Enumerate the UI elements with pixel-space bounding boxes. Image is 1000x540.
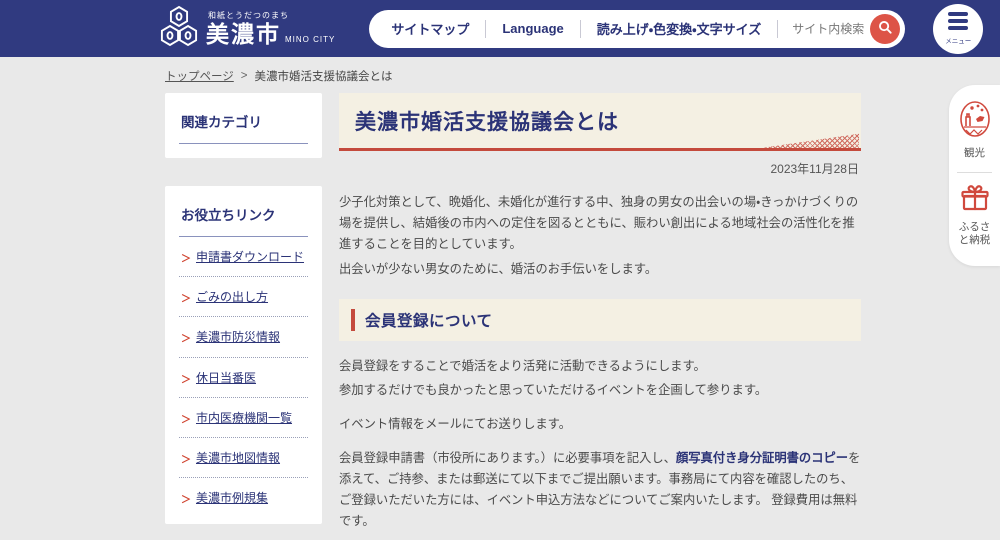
- site-logo[interactable]: 和紙とうだつのまち 美濃市 MINO CITY: [160, 5, 335, 52]
- floating-side-tab: 観光 ふるさ と納税: [949, 85, 1000, 266]
- related-category-title: 関連カテゴリ: [179, 109, 308, 144]
- body-paragraph-application: 会員登録申請書（市役所にあります。）に必要事項を記入し、顔写真付き身分証明書のコ…: [339, 451, 861, 528]
- breadcrumb-home-link[interactable]: トップページ: [165, 68, 234, 84]
- main-article: 美濃市婚活支援協議会とは 2023年11月28日 少子化対策として、晩婚化、未婚…: [339, 93, 861, 540]
- sidebar-link-holiday-doctor[interactable]: ＞ 休日当番医: [179, 358, 308, 398]
- nav-accessibility[interactable]: 読み上げ・色変換・文字サイズ: [581, 19, 777, 38]
- breadcrumb-current-page: 美濃市婚活支援協議会とは: [254, 71, 393, 83]
- id-copy-emphasis: 顔写真付き身分証明書のコピー: [675, 451, 849, 466]
- sidebar-link-garbage[interactable]: ＞ ごみの出し方: [179, 277, 308, 318]
- page-title-box: 美濃市婚活支援協議会とは: [339, 93, 861, 151]
- useful-links-list: ＞ 申請書ダウンロード ＞ ごみの出し方 ＞ 美濃市防災情報 ＞ 休日当番医 ＞: [179, 237, 308, 510]
- chevron-right-icon: ＞: [181, 374, 191, 386]
- content-area: 関連カテゴリ お役立ちリンク ＞ 申請書ダウンロード ＞ ごみの出し方 ＞ 美濃…: [0, 93, 1000, 540]
- tourism-link[interactable]: 観光: [954, 100, 995, 161]
- breadcrumb-separator: >: [240, 70, 248, 82]
- chevron-right-icon: ＞: [181, 334, 191, 346]
- chevron-right-icon: ＞: [181, 254, 191, 265]
- tourism-label: 観光: [964, 147, 985, 159]
- nav-language[interactable]: Language: [486, 21, 579, 36]
- hamburger-icon: [948, 12, 969, 16]
- body-paragraph: 参加するだけでも良かったと思っていただけるイベントを企画して参ります。: [339, 383, 768, 398]
- page-title: 美濃市婚活支援協議会とは: [355, 111, 619, 134]
- side-tab-divider: [957, 171, 992, 173]
- furusato-tax-label: ふるさ と納税: [958, 220, 991, 247]
- logo-city-name: 美濃市: [206, 20, 281, 47]
- tourism-emblem-icon: [958, 101, 992, 142]
- body-paragraph: 会員登録をすることで婚活をより活発に活動できるようにします。: [339, 358, 706, 373]
- site-search-input[interactable]: [778, 21, 871, 36]
- useful-links-box: お役立ちリンク ＞ 申請書ダウンロード ＞ ごみの出し方 ＞ 美濃市防災情報 ＞…: [165, 186, 322, 525]
- chevron-right-icon: ＞: [181, 414, 191, 426]
- chevron-right-icon: ＞: [181, 495, 191, 507]
- section-heading-membership: 会員登録について: [339, 298, 861, 341]
- related-category-box: 関連カテゴリ: [165, 93, 322, 158]
- body-paragraph: イベント情報をメールにてお送りします。: [339, 417, 572, 432]
- sidebar-link-regulations[interactable]: ＞ 美濃市例規集: [179, 478, 308, 510]
- menu-button[interactable]: メニュー: [933, 3, 984, 54]
- search-icon: [878, 20, 893, 38]
- article-date: 2023年11月28日: [770, 162, 859, 176]
- useful-links-title: お役立ちリンク: [179, 202, 308, 237]
- gift-icon: [960, 184, 990, 216]
- header-nav: サイトマップ Language 読み上げ・色変換・文字サイズ: [369, 9, 906, 48]
- sidebar: 関連カテゴリ お役立ちリンク ＞ 申請書ダウンロード ＞ ごみの出し方 ＞ 美濃…: [165, 93, 322, 525]
- intro-paragraph: 出会いが少ない男女のために、婚活のお手伝いをします。: [339, 261, 658, 276]
- chevron-right-icon: ＞: [181, 454, 191, 466]
- chevron-right-icon: ＞: [181, 294, 191, 306]
- menu-button-label: メニュー: [945, 38, 972, 45]
- sidebar-link-disaster[interactable]: ＞ 美濃市防災情報: [179, 317, 308, 358]
- logo-city-name-en: MINO CITY: [285, 34, 336, 44]
- sidebar-link-map[interactable]: ＞ 美濃市地図情報: [179, 438, 308, 479]
- nav-sitemap[interactable]: サイトマップ: [391, 19, 485, 38]
- logo-tagline: 和紙とうだつのまち: [208, 10, 289, 20]
- breadcrumb: トップページ > 美濃市婚活支援協議会とは: [0, 57, 1000, 93]
- city-emblem-icon: [160, 5, 198, 52]
- search-button[interactable]: [870, 13, 901, 44]
- sidebar-link-medical-list[interactable]: ＞ 市内医療機関一覧: [179, 398, 308, 438]
- intro-paragraph: 少子化対策として、晩婚化、未婚化が進行する中、独身の男女の出会いの場・きっかけづ…: [339, 195, 859, 251]
- sidebar-link-download[interactable]: ＞ 申請書ダウンロード: [179, 237, 308, 278]
- site-header: 和紙とうだつのまち 美濃市 MINO CITY サイトマップ Language …: [0, 0, 1000, 57]
- furusato-tax-link[interactable]: ふるさ と納税: [954, 184, 995, 248]
